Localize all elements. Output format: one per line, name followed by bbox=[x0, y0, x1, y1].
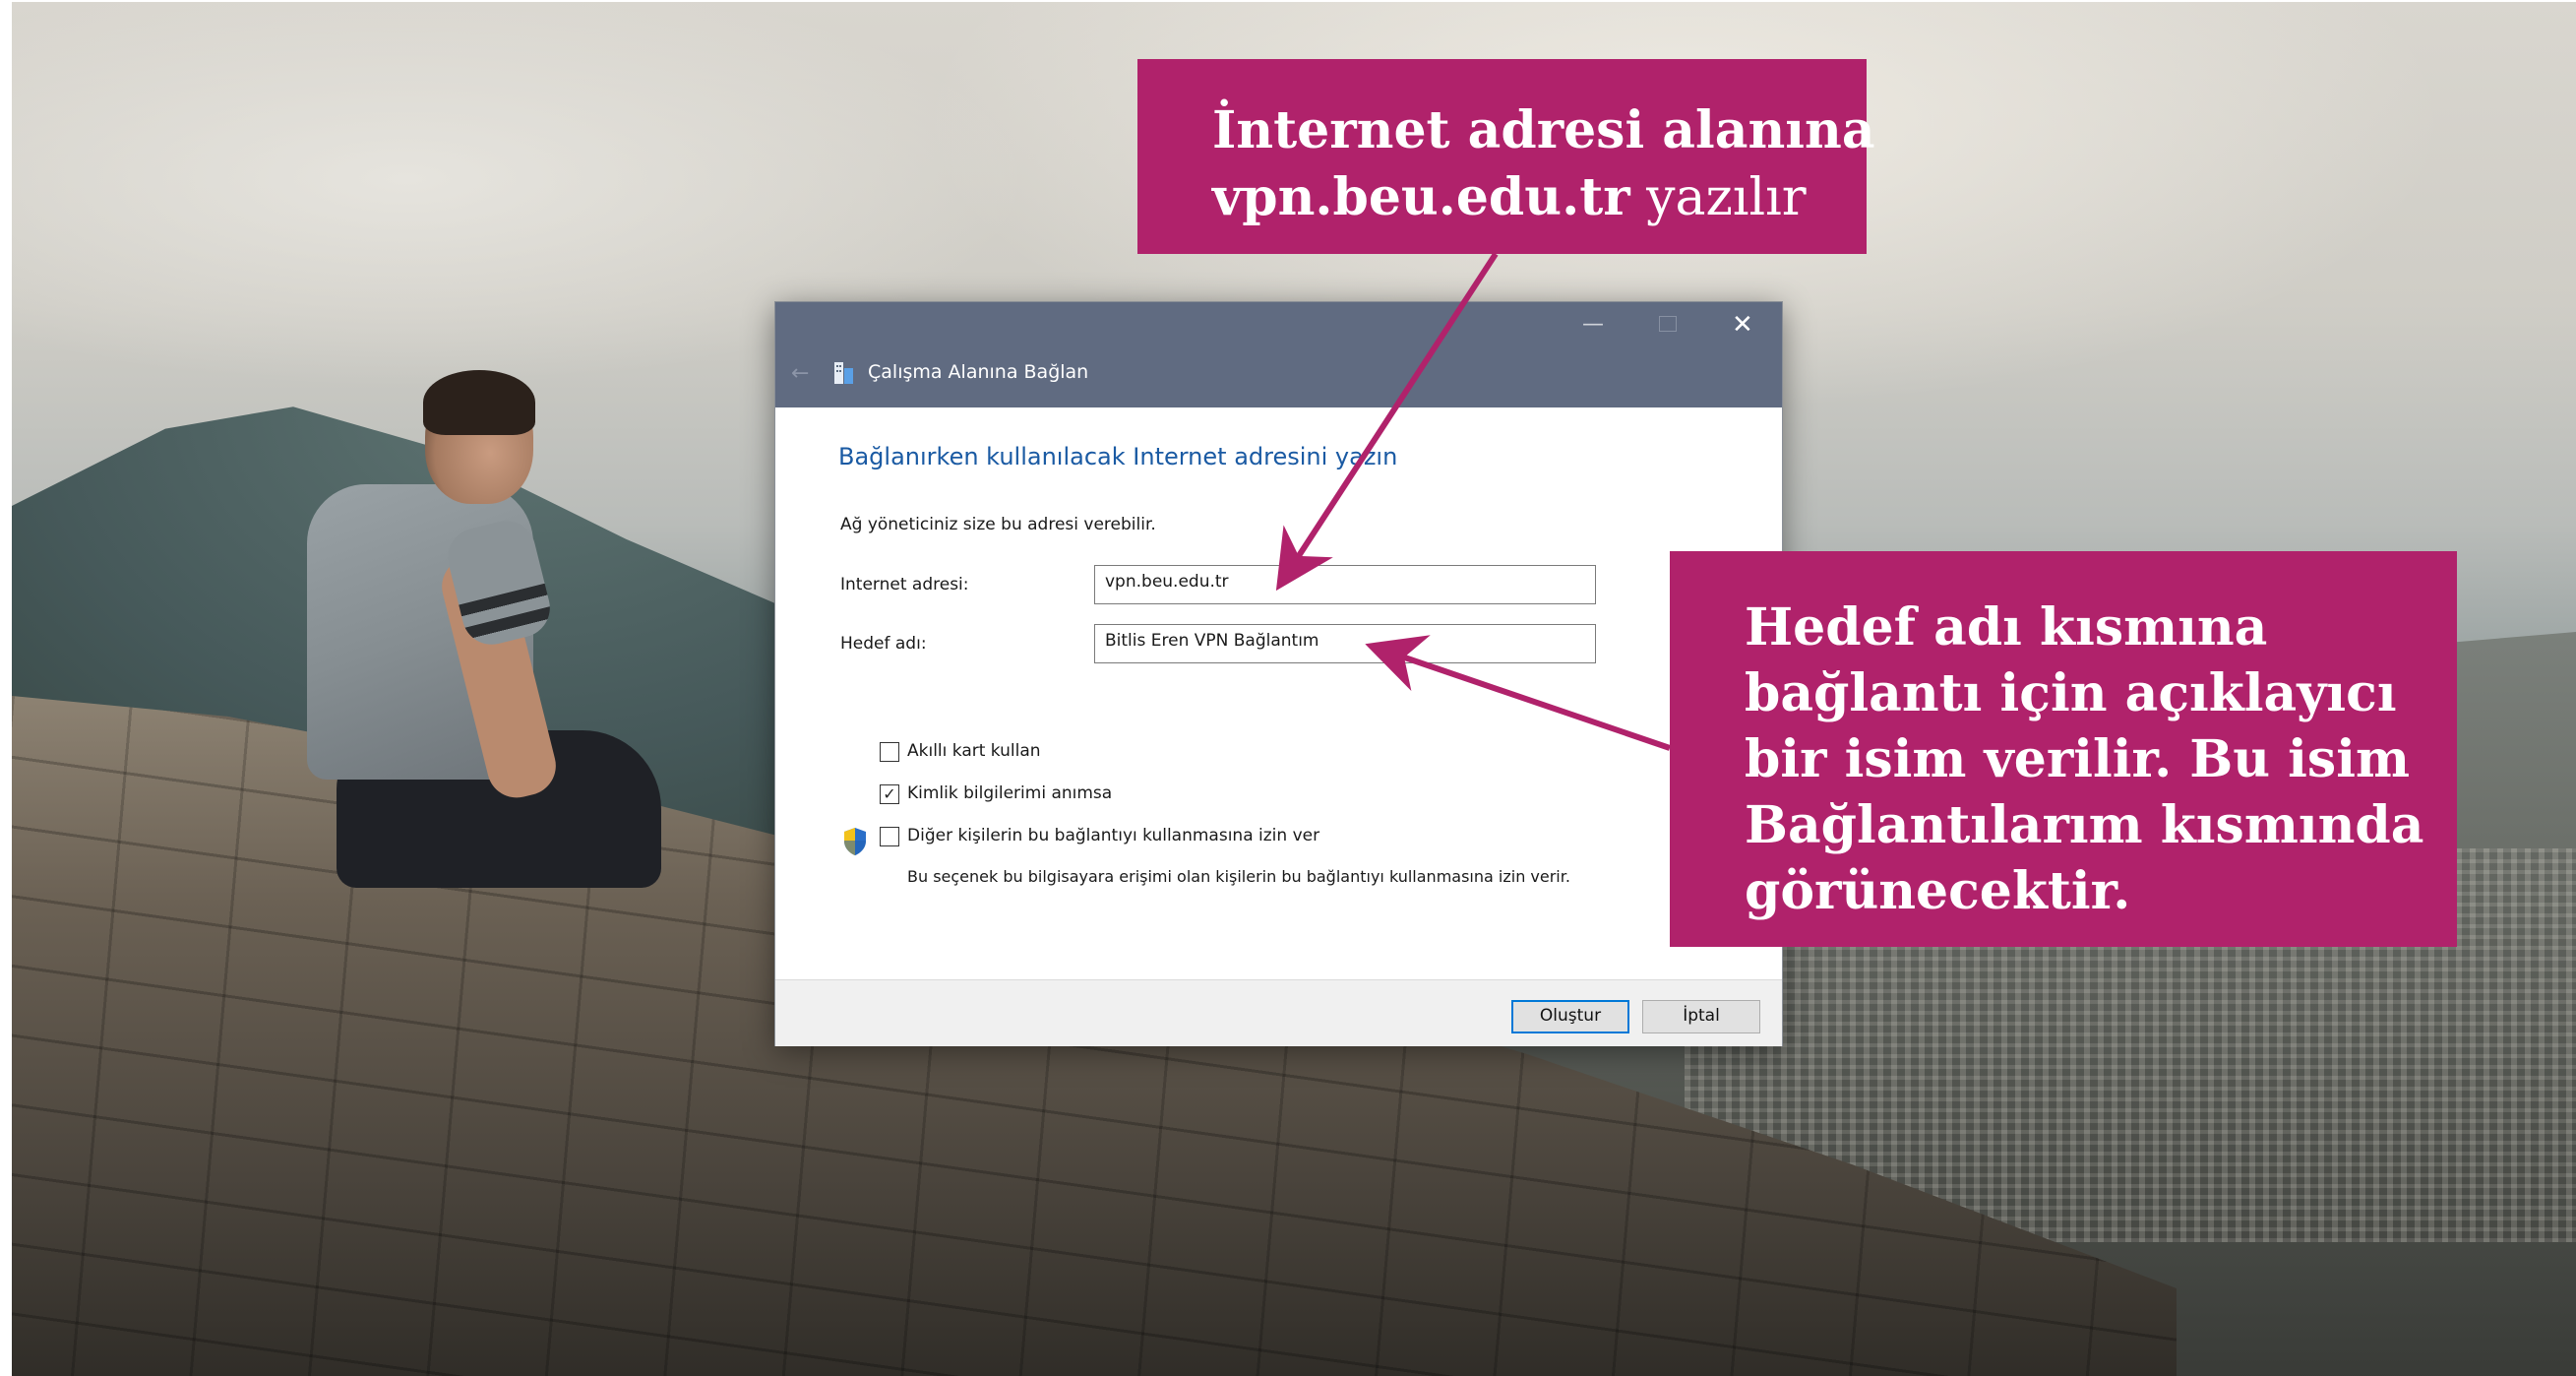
callout-top-line2: vpn.beu.edu.tr yazılır bbox=[1212, 167, 1807, 227]
dialog-footer: Oluştur İptal bbox=[775, 979, 1782, 1046]
close-icon[interactable]: ✕ bbox=[1732, 310, 1753, 340]
admin-hint: Ağ yöneticiniz size bu adresi verebilir. bbox=[840, 515, 1156, 534]
internet-address-label: Internet adresi: bbox=[840, 575, 969, 594]
smart-card-label: Akıllı kart kullan bbox=[907, 741, 1041, 761]
allow-others-note: Bu seçenek bu bilgisayara erişimi olan k… bbox=[907, 867, 1570, 886]
man-hair bbox=[423, 370, 535, 435]
uac-shield-icon bbox=[844, 828, 866, 855]
allow-others-label: Diğer kişilerin bu bağlantıyı kullanması… bbox=[907, 826, 1320, 845]
callout-top-line1: İnternet adresi alanına bbox=[1212, 100, 1875, 160]
callout-internet-address: İnternet adresi alanına vpn.beu.edu.tr y… bbox=[1137, 59, 1875, 254]
cancel-button[interactable]: İptal bbox=[1642, 1000, 1760, 1033]
internet-address-input[interactable]: vpn.beu.edu.tr bbox=[1094, 565, 1596, 604]
back-arrow-icon[interactable]: ← bbox=[791, 361, 809, 386]
remember-credentials-label: Kimlik bilgilerimi anımsa bbox=[907, 783, 1113, 803]
dialog-heading: Bağlanırken kullanılacak Internet adresi… bbox=[838, 443, 1398, 470]
create-button[interactable]: Oluştur bbox=[1511, 1000, 1629, 1033]
destination-name-label: Hedef adı: bbox=[840, 634, 927, 654]
remember-credentials-checkbox[interactable]: ✓ bbox=[880, 784, 899, 804]
minimize-icon[interactable]: — bbox=[1582, 312, 1604, 337]
callout-destination-name: Hedef adı kısmına bağlantı için açıklayı… bbox=[1670, 551, 2457, 947]
checkmark-icon: ✓ bbox=[883, 784, 896, 803]
connect-workplace-dialog: ← Çalışma Alanına Bağlan — ✕ Bağlanırken… bbox=[775, 302, 1782, 1046]
maximize-icon[interactable] bbox=[1659, 316, 1677, 332]
window-title: Çalışma Alanına Bağlan bbox=[868, 361, 1089, 383]
destination-name-input[interactable]: Bitlis Eren VPN Bağlantım bbox=[1094, 624, 1596, 663]
sitting-man bbox=[307, 370, 661, 888]
callout-top-rest: yazılır bbox=[1629, 168, 1807, 227]
workplace-connection-icon bbox=[834, 362, 853, 384]
allow-others-checkbox[interactable] bbox=[880, 827, 899, 846]
callout-right-text: Hedef adı kısmına bağlantı için açıklayı… bbox=[1745, 597, 2424, 921]
smart-card-checkbox[interactable] bbox=[880, 742, 899, 762]
title-bar: ← Çalışma Alanına Bağlan — ✕ bbox=[775, 302, 1782, 407]
callout-top-address: vpn.beu.edu.tr bbox=[1212, 167, 1630, 227]
